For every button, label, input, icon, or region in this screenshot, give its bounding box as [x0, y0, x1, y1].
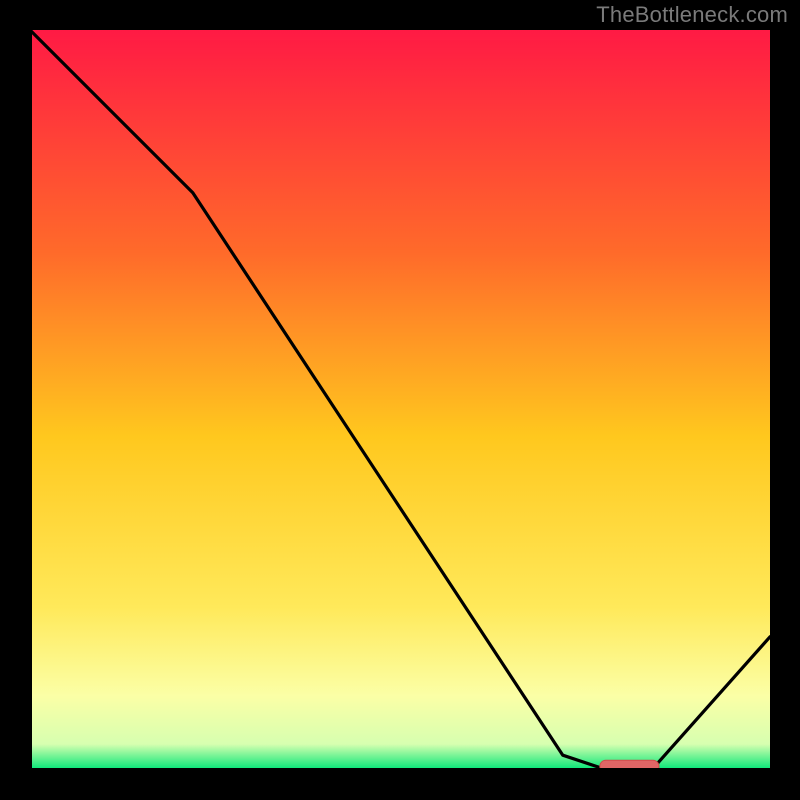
- chart-svg: [30, 30, 770, 770]
- plot-area: [30, 30, 770, 770]
- chart-frame: TheBottleneck.com: [0, 0, 800, 800]
- watermark-text: TheBottleneck.com: [596, 2, 788, 28]
